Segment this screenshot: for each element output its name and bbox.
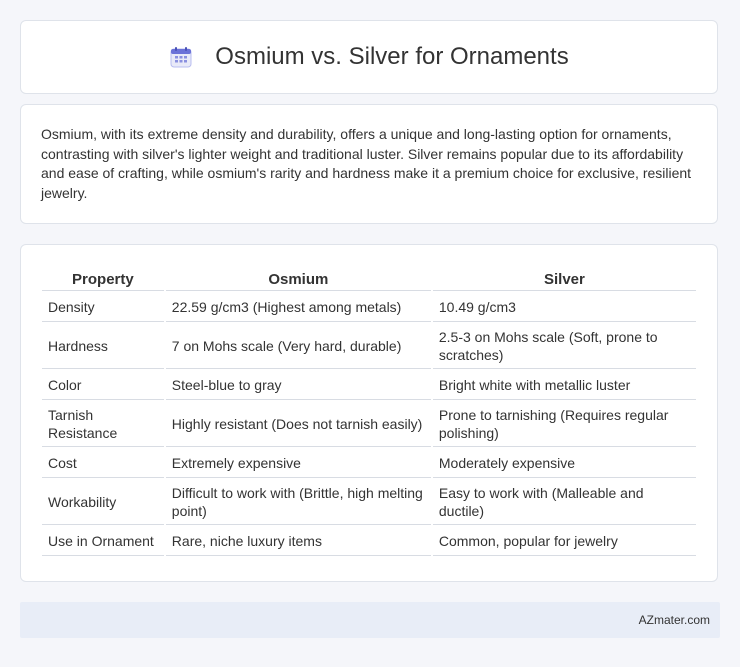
- header-card: Osmium vs. Silver for Ornaments: [20, 20, 718, 94]
- property-cell: Cost: [42, 449, 164, 478]
- osmium-cell: Highly resistant (Does not tarnish easil…: [165, 402, 431, 447]
- intro-card: Osmium, with its extreme density and dur…: [20, 104, 718, 224]
- silver-cell: Prone to tarnishing (Requires regular po…: [432, 402, 696, 447]
- silver-cell: 2.5-3 on Mohs scale (Soft, prone to scra…: [432, 324, 696, 369]
- property-cell: Density: [42, 293, 164, 322]
- silver-cell: Moderately expensive: [432, 449, 696, 478]
- title-wrap: Osmium vs. Silver for Ornaments: [169, 43, 569, 71]
- table-row: Density 22.59 g/cm3 (Highest among metal…: [42, 293, 696, 322]
- table-row: Use in Ornament Rare, niche luxury items…: [42, 527, 696, 556]
- column-header-silver: Silver: [432, 268, 696, 291]
- table-header-row: Property Osmium Silver: [42, 268, 696, 291]
- osmium-cell: Extremely expensive: [165, 449, 431, 478]
- silver-cell: Bright white with metallic luster: [432, 371, 696, 400]
- property-cell: Workability: [42, 480, 164, 525]
- property-cell: Hardness: [42, 324, 164, 369]
- osmium-cell: Steel-blue to gray: [165, 371, 431, 400]
- silver-cell: Easy to work with (Malleable and ductile…: [432, 480, 696, 525]
- table-row: Hardness 7 on Mohs scale (Very hard, dur…: [42, 324, 696, 369]
- osmium-cell: 7 on Mohs scale (Very hard, durable): [165, 324, 431, 369]
- intro-text: Osmium, with its extreme density and dur…: [41, 126, 692, 201]
- table-row: Tarnish Resistance Highly resistant (Doe…: [42, 402, 696, 447]
- silver-cell: 10.49 g/cm3: [432, 293, 696, 322]
- comparison-table: Property Osmium Silver Density 22.59 g/c…: [40, 266, 698, 558]
- table-row: Workability Difficult to work with (Brit…: [42, 480, 696, 525]
- table-card: Property Osmium Silver Density 22.59 g/c…: [20, 244, 718, 582]
- osmium-cell: Rare, niche luxury items: [165, 527, 431, 556]
- column-header-property: Property: [42, 268, 164, 291]
- silver-cell: Common, popular for jewelry: [432, 527, 696, 556]
- page-title: Osmium vs. Silver for Ornaments: [215, 43, 569, 70]
- table-row: Color Steel-blue to gray Bright white wi…: [42, 371, 696, 400]
- property-cell: Color: [42, 371, 164, 400]
- calendar-icon: [170, 47, 192, 68]
- table-row: Cost Extremely expensive Moderately expe…: [42, 449, 696, 478]
- footer-brand[interactable]: AZmater.com: [639, 613, 710, 627]
- footer-bar: AZmater.com: [20, 602, 720, 638]
- osmium-cell: Difficult to work with (Brittle, high me…: [165, 480, 431, 525]
- osmium-cell: 22.59 g/cm3 (Highest among metals): [165, 293, 431, 322]
- column-header-osmium: Osmium: [165, 268, 431, 291]
- property-cell: Tarnish Resistance: [42, 402, 164, 447]
- property-cell: Use in Ornament: [42, 527, 164, 556]
